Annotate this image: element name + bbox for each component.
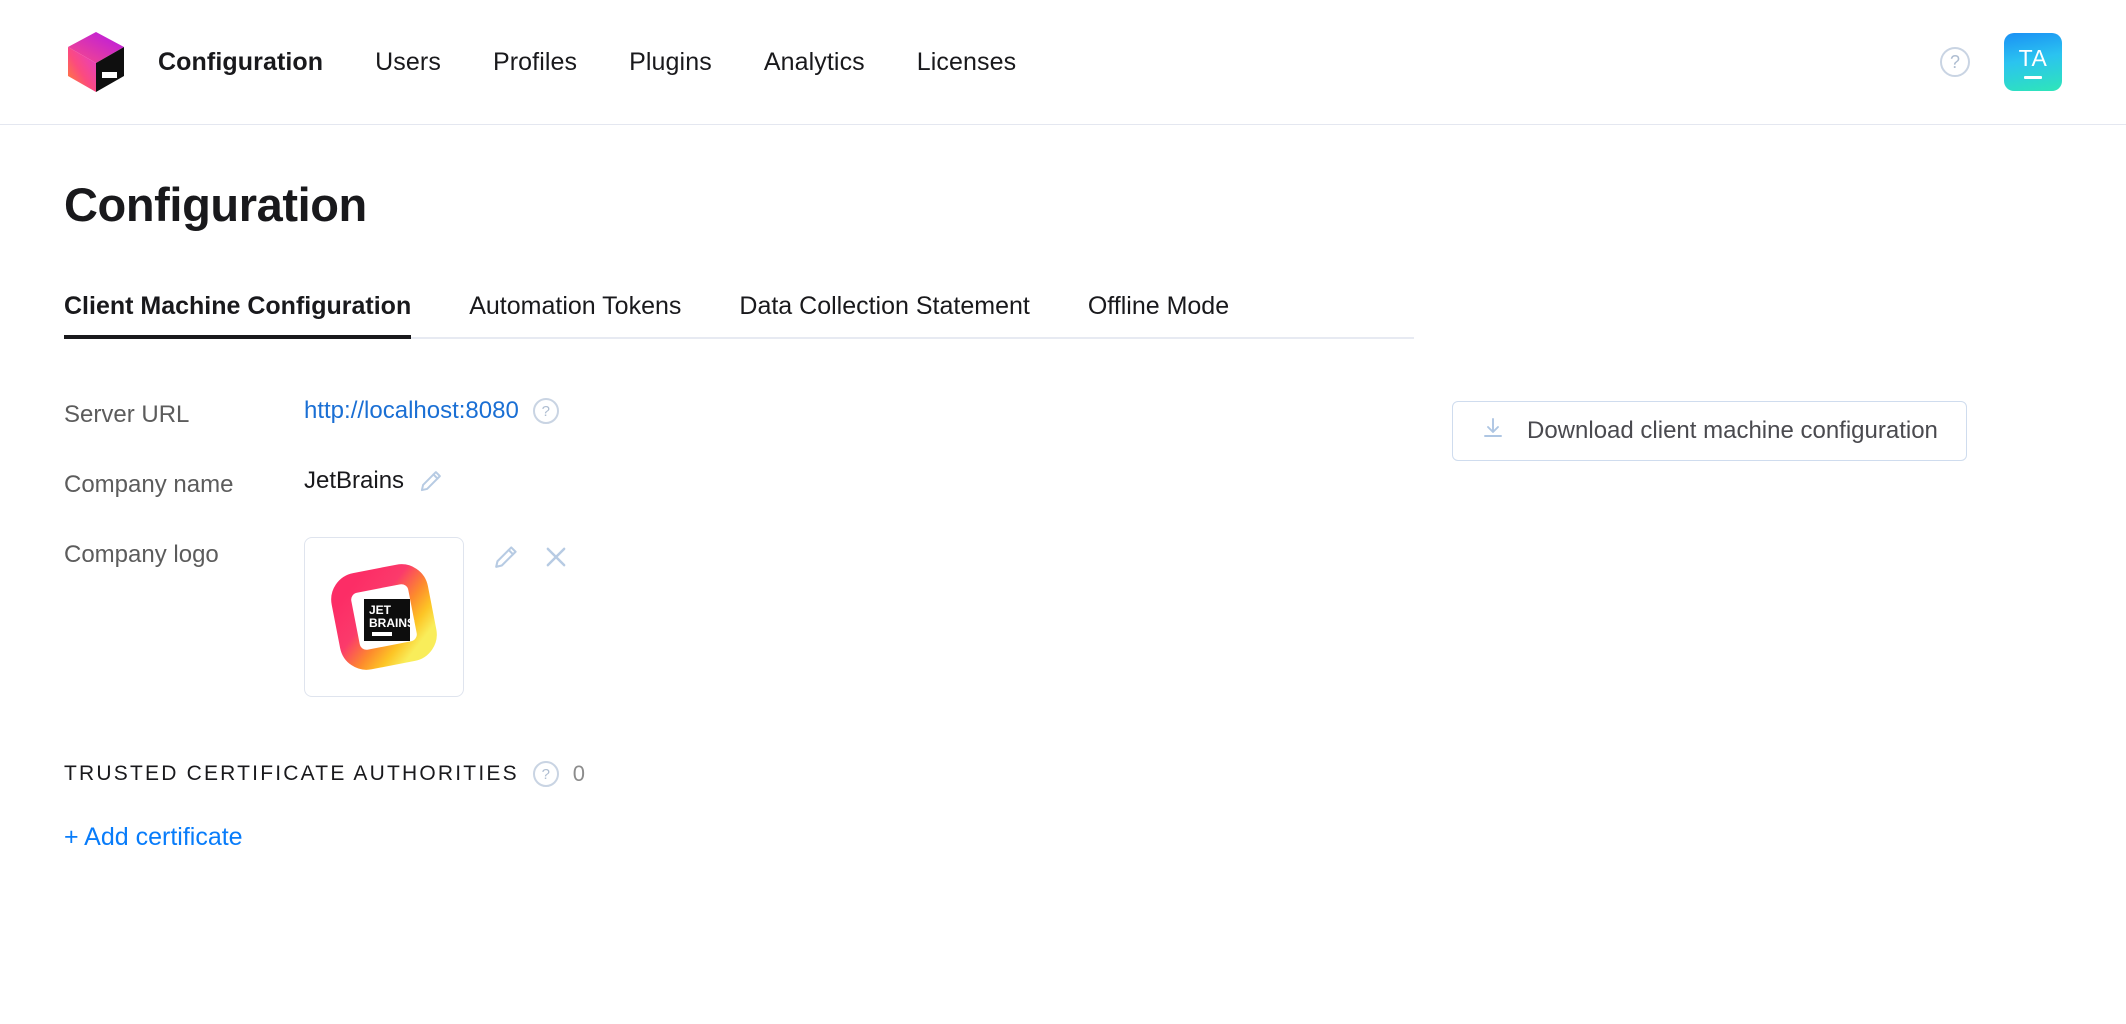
client-machine-config-form: Server URL http://localhost:8080 ? Compa… [64, 397, 1414, 852]
page-body: Configuration Client Machine Configurati… [0, 177, 2126, 852]
download-button-label: Download client machine configuration [1527, 417, 1938, 444]
nav-item-analytics[interactable]: Analytics [764, 48, 865, 77]
server-url-link[interactable]: http://localhost:8080 [304, 397, 519, 425]
svg-text:JET: JET [369, 603, 392, 617]
svg-text:BRAINS: BRAINS [369, 616, 415, 630]
avatar-initials: TA [2018, 45, 2048, 71]
header-actions: ? TA [1940, 33, 2062, 91]
nav-item-licenses[interactable]: Licenses [917, 48, 1016, 77]
jetbrains-logo-icon: JET BRAINS [331, 564, 437, 670]
field-company-name: Company name JetBrains [64, 467, 1414, 499]
tab-data-collection-statement[interactable]: Data Collection Statement [739, 292, 1029, 337]
nav-item-users[interactable]: Users [375, 48, 441, 77]
add-certificate-link[interactable]: + Add certificate [64, 823, 243, 852]
nav-item-profiles[interactable]: Profiles [493, 48, 577, 77]
config-side-actions: Download client machine configuration [1452, 397, 1967, 852]
tab-offline-mode[interactable]: Offline Mode [1088, 292, 1229, 337]
download-icon [1481, 416, 1505, 447]
company-name-label: Company name [64, 471, 234, 498]
nav-item-plugins[interactable]: Plugins [629, 48, 712, 77]
primary-nav: Configuration Users Profiles Plugins Ana… [158, 48, 1016, 77]
app-header: Configuration Users Profiles Plugins Ana… [0, 0, 2126, 125]
company-logo-preview[interactable]: JET BRAINS [304, 537, 464, 697]
field-company-logo: Company logo JET BRAINS [64, 537, 1414, 697]
trusted-certificate-authorities-header: Trusted Certificate Authorities ? 0 [64, 761, 1414, 787]
tab-automation-tokens[interactable]: Automation Tokens [469, 292, 681, 337]
section-title: Trusted Certificate Authorities [64, 762, 519, 785]
certificates-help-icon[interactable]: ? [532, 761, 559, 787]
tab-client-machine-configuration[interactable]: Client Machine Configuration [64, 292, 412, 339]
tab-bar: Client Machine Configuration Automation … [64, 292, 1414, 339]
download-client-machine-configuration-button[interactable]: Download client machine configuration [1452, 401, 1967, 461]
company-name-value: JetBrains [304, 467, 405, 494]
certificates-count: 0 [572, 761, 586, 786]
server-url-label: Server URL [64, 401, 190, 428]
company-logo-label: Company logo [64, 541, 219, 568]
company-name-edit-pencil-icon[interactable] [418, 468, 444, 494]
ide-services-cube-logo-icon[interactable] [64, 30, 128, 94]
nav-item-configuration[interactable]: Configuration [158, 48, 323, 77]
server-url-help-icon[interactable]: ? [532, 398, 559, 424]
avatar-dash-icon [2024, 76, 2042, 79]
configuration-content: Server URL http://localhost:8080 ? Compa… [64, 397, 2062, 852]
company-logo-edit-pencil-icon[interactable] [492, 543, 520, 571]
avatar[interactable]: TA [2004, 33, 2062, 91]
help-icon[interactable]: ? [1940, 47, 1970, 77]
field-server-url: Server URL http://localhost:8080 ? [64, 397, 1414, 429]
page-title: Configuration [64, 178, 367, 231]
company-logo-remove-close-icon[interactable] [542, 543, 570, 571]
